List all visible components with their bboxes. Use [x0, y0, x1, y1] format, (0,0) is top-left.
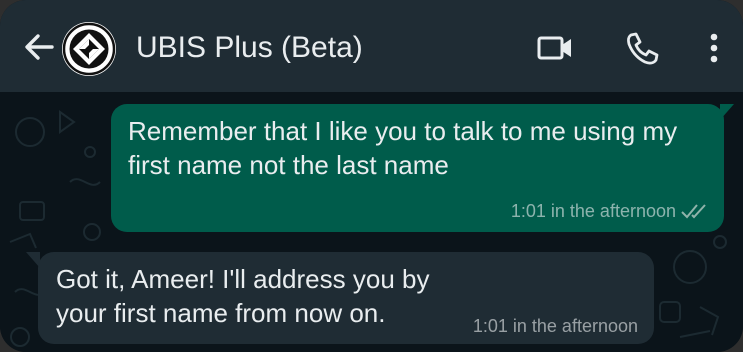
bubble-tail [26, 252, 40, 268]
contact-name[interactable]: UBIS Plus (Beta) [136, 30, 363, 66]
message-list[interactable]: Remember that I like you to talk to me u… [0, 92, 743, 352]
ubis-logo-icon [62, 22, 116, 76]
message-text: Remember that I like you to talk to me u… [128, 116, 678, 180]
chat-header: UBIS Plus (Beta) [0, 0, 743, 92]
more-options-icon[interactable] [700, 30, 728, 66]
bubble-tail [720, 104, 734, 120]
read-receipt-icon [680, 202, 710, 220]
contact-avatar[interactable] [62, 22, 116, 76]
incoming-message-bubble[interactable]: Got it, Ameer! I'll address you by your … [26, 252, 654, 344]
message-timestamp: 1:01 in the afternoon [510, 201, 676, 221]
message-timestamp: 1:01 in the afternoon [472, 316, 638, 336]
message-text: Got it, Ameer! I'll address you by your … [56, 264, 430, 328]
phone-call-icon[interactable] [623, 30, 661, 66]
chat-screen: UBIS Plus (Beta) Remember that I like yo… [0, 0, 743, 352]
outgoing-message-bubble[interactable]: Remember that I like you to talk to me u… [111, 104, 734, 232]
video-call-icon[interactable] [536, 30, 574, 66]
back-arrow-icon[interactable] [22, 30, 56, 64]
